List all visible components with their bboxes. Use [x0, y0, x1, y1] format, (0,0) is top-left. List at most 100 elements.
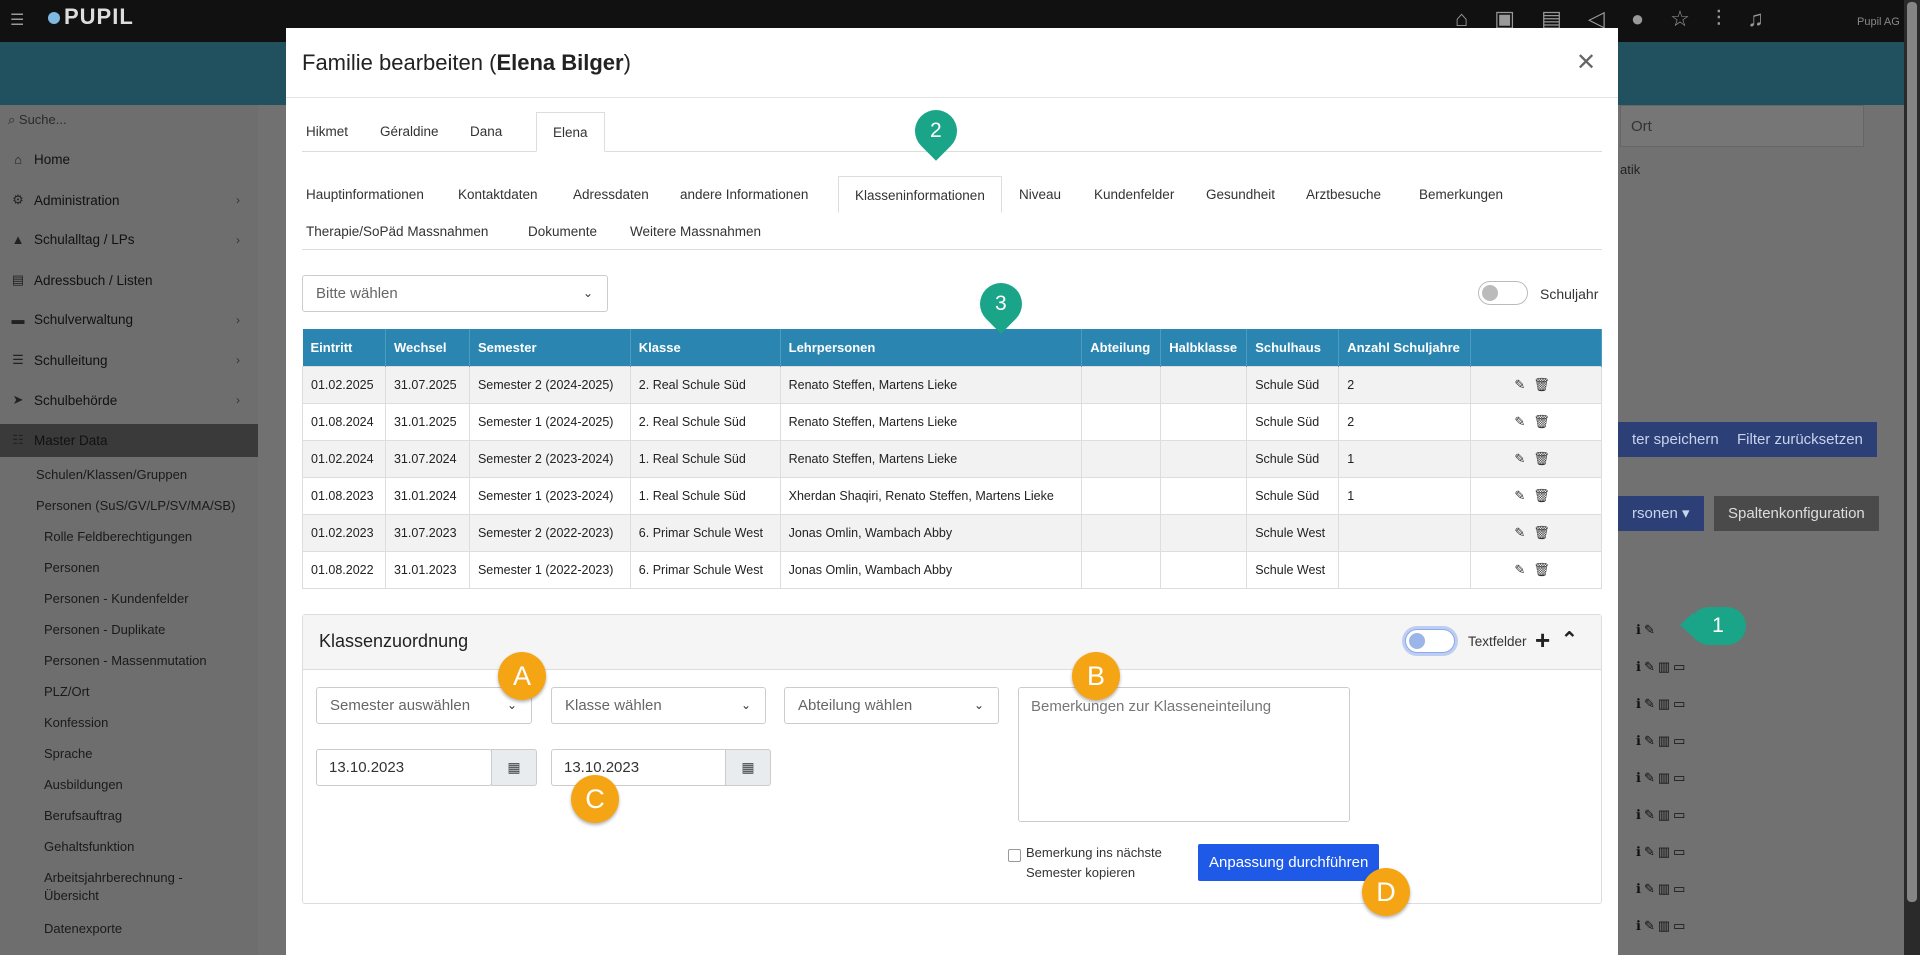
edit-icon[interactable]: ✎: [1514, 562, 1533, 577]
sidebar-link[interactable]: Personen - Duplikate: [44, 622, 165, 637]
tab-andere-informationen[interactable]: andere Informationen: [680, 176, 808, 213]
sidebar-item-master-data[interactable]: ☷ Master Data: [10, 432, 107, 448]
col-schulhaus[interactable]: Schulhaus: [1246, 329, 1340, 366]
sidebar-link[interactable]: Personen: [44, 560, 100, 575]
row-actions[interactable]: ℹ✎▥▭: [1636, 918, 1688, 934]
sidebar-link[interactable]: Sprache: [44, 746, 92, 761]
trash-icon[interactable]: 🗑: [1533, 488, 1558, 503]
tab-hauptinformationen[interactable]: Hauptinformationen: [306, 176, 424, 213]
filter-save-button[interactable]: ter speichern: [1618, 422, 1733, 457]
klasse-select[interactable]: Klasse wählen ⌄: [551, 687, 766, 724]
sidebar-link[interactable]: Personen - Massenmutation: [44, 653, 207, 668]
sidebar-sub-personen[interactable]: Personen (SuS/GV/LP/SV/MA/SB): [36, 498, 235, 513]
col-abteilung[interactable]: Abteilung: [1081, 329, 1162, 366]
col-semester[interactable]: Semester: [469, 329, 631, 366]
tab-therapie[interactable]: Therapie/SoPäd Massnahmen: [306, 213, 488, 250]
sidebar-item-adressbuch[interactable]: ▤ Adressbuch / Listen: [10, 272, 153, 288]
col-eintritt[interactable]: Eintritt: [302, 329, 386, 366]
sidebar-item-administration[interactable]: ⚙ Administration: [10, 192, 119, 208]
sidebar-link[interactable]: PLZ/Ort: [44, 684, 90, 699]
sidebar-link[interactable]: Berufsauftrag: [44, 808, 122, 823]
col-wechsel[interactable]: Wechsel: [385, 329, 470, 366]
tab-elena[interactable]: Elena: [536, 112, 605, 152]
tab-niveau[interactable]: Niveau: [1019, 176, 1061, 213]
page-scrollbar[interactable]: [1904, 0, 1920, 955]
sidebar-item-schulleitung[interactable]: ☰ Schulleitung: [10, 352, 107, 368]
tab-hikmet[interactable]: Hikmet: [306, 112, 348, 152]
tab-arztbesuche[interactable]: Arztbesuche: [1306, 176, 1381, 213]
row-actions[interactable]: ℹ✎▥▭: [1636, 696, 1688, 712]
sidebar-item-schulalltag[interactable]: ▲ Schulalltag / LPs: [10, 232, 135, 247]
tab-klasseninformationen[interactable]: Klasseninformationen: [838, 176, 1002, 213]
calendar-icon[interactable]: ▦: [725, 749, 771, 786]
trash-icon[interactable]: 🗑: [1533, 562, 1558, 577]
column-config-button[interactable]: Spaltenkonfiguration: [1714, 496, 1879, 531]
trash-icon[interactable]: 🗑: [1533, 414, 1558, 429]
row-actions[interactable]: ℹ✎▥▭: [1636, 807, 1688, 823]
trash-icon[interactable]: 🗑: [1533, 377, 1558, 392]
sliders-icon[interactable]: ⫶: [1716, 6, 1722, 32]
apply-button[interactable]: Anpassung durchführen: [1198, 844, 1380, 881]
edit-icon[interactable]: ✎: [1514, 414, 1533, 429]
sidebar-item-schulbehoerde[interactable]: ➤ Schulbehörde: [10, 392, 118, 408]
edit-icon[interactable]: ✎: [1514, 377, 1533, 392]
sidebar-link[interactable]: Personen - Kundenfelder: [44, 591, 189, 606]
row-actions[interactable]: ℹ✎▥▭: [1636, 844, 1688, 860]
tab-dokumente[interactable]: Dokumente: [528, 213, 597, 250]
row-actions[interactable]: ℹ✎▥▭: [1636, 659, 1688, 675]
edit-icon[interactable]: ✎: [1514, 488, 1533, 503]
col-halbklasse[interactable]: Halbklasse: [1160, 329, 1248, 366]
sidebar-link[interactable]: Konfession: [44, 715, 108, 730]
tab-adressdaten[interactable]: Adressdaten: [573, 176, 649, 213]
copy-remark-checkbox[interactable]: [1008, 849, 1021, 862]
personen-dropdown[interactable]: rsonen ▾: [1618, 496, 1704, 531]
sidebar-sub-schulen[interactable]: Schulen/Klassen/Gruppen: [36, 467, 187, 482]
edit-icon[interactable]: ✎: [1514, 451, 1533, 466]
bell-icon[interactable]: ♫: [1747, 6, 1764, 32]
semester-select[interactable]: Semester auswählen ⌄: [316, 687, 532, 724]
lightbulb-icon[interactable]: ●: [1631, 6, 1644, 32]
filter-reset-button[interactable]: Filter zurücksetzen: [1723, 422, 1877, 457]
filter-select[interactable]: Bitte wählen ⌄: [302, 275, 608, 312]
sidebar-link[interactable]: Gehaltsfunktion: [44, 839, 134, 854]
sidebar-search[interactable]: ⌕ Suche...: [8, 112, 67, 128]
star-icon[interactable]: ☆: [1670, 6, 1690, 32]
sidebar-item-home[interactable]: ⌂ Home: [10, 152, 70, 167]
textfelder-toggle[interactable]: [1405, 629, 1455, 653]
row-actions[interactable]: ℹ✎▥▭: [1636, 770, 1688, 786]
plus-icon[interactable]: +: [1535, 625, 1550, 656]
edit-icon[interactable]: ✎: [1514, 525, 1533, 540]
tab-weitere-massnahmen[interactable]: Weitere Massnahmen: [630, 213, 761, 250]
address-card-icon: ▤: [11, 272, 25, 287]
chevron-up-icon[interactable]: ⌃: [1561, 627, 1578, 652]
company-name[interactable]: Pupil AG: [1857, 16, 1900, 28]
row-actions[interactable]: ℹ✎: [1636, 622, 1658, 638]
close-icon[interactable]: ✕: [1576, 48, 1596, 77]
col-anzahl-schuljahre[interactable]: Anzahl Schuljahre: [1338, 329, 1472, 366]
tab-dana[interactable]: Dana: [470, 112, 502, 152]
abteilung-select[interactable]: Abteilung wählen ⌄: [784, 687, 999, 724]
calendar-icon[interactable]: ▦: [491, 749, 537, 786]
bemerkungen-textarea[interactable]: Bemerkungen zur Klasseneinteilung: [1018, 687, 1350, 822]
trash-icon[interactable]: 🗑: [1533, 451, 1558, 466]
trash-icon[interactable]: 🗑: [1533, 525, 1558, 540]
date-from-input[interactable]: 13.10.2023: [316, 749, 492, 786]
date-to-input[interactable]: 13.10.2023: [551, 749, 727, 786]
col-klasse[interactable]: Klasse: [630, 329, 781, 366]
sidebar-link[interactable]: Arbeitsjahrberechnung -: [44, 870, 183, 885]
col-lehrpersonen[interactable]: Lehrpersonen: [780, 329, 1083, 366]
tab-kontaktdaten[interactable]: Kontaktdaten: [458, 176, 538, 213]
ort-input-bg[interactable]: Ort: [1620, 105, 1864, 147]
sidebar-item-schulverwaltung[interactable]: ▬ Schulverwaltung: [10, 312, 134, 327]
tab-bemerkungen[interactable]: Bemerkungen: [1419, 176, 1503, 213]
sidebar-link[interactable]: Ausbildungen: [44, 777, 123, 792]
sidebar-link[interactable]: Datenexporte: [44, 921, 122, 936]
tab-geraldine[interactable]: Géraldine: [380, 112, 439, 152]
row-actions[interactable]: ℹ✎▥▭: [1636, 733, 1688, 749]
schuljahr-toggle[interactable]: [1478, 281, 1528, 305]
menu-icon[interactable]: ☰: [10, 10, 24, 30]
sidebar-link[interactable]: Rolle Feldberechtigungen: [44, 529, 192, 544]
tab-kundenfelder[interactable]: Kundenfelder: [1094, 176, 1174, 213]
row-actions[interactable]: ℹ✎▥▭: [1636, 881, 1688, 897]
tab-gesundheit[interactable]: Gesundheit: [1206, 176, 1275, 213]
